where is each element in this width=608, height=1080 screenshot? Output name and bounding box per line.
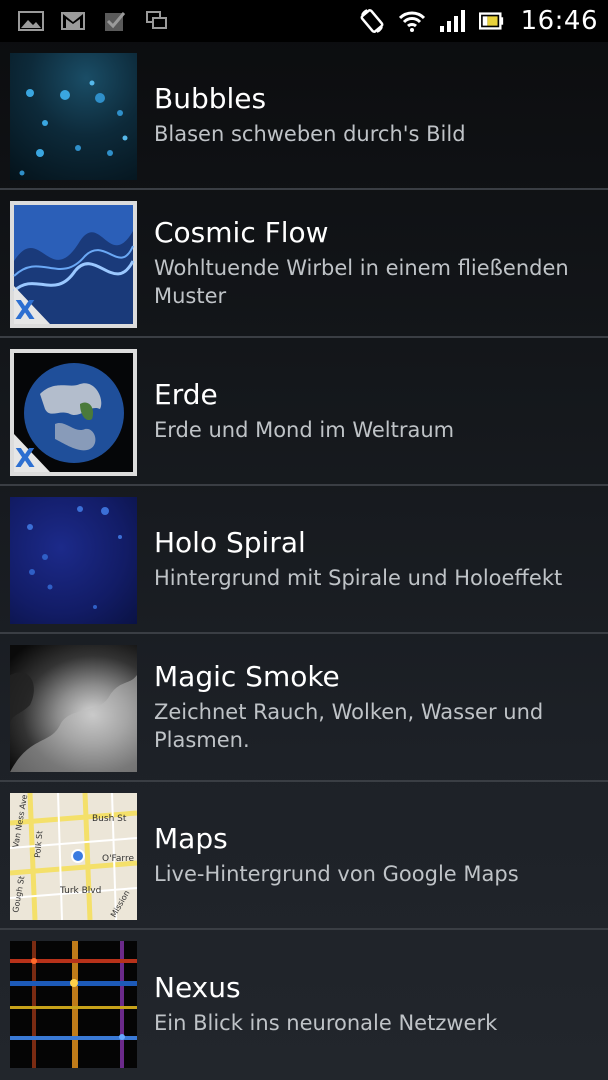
list-item-cosmic-flow[interactable]: X Cosmic Flow Wohltuende Wirbel in einem… bbox=[0, 190, 608, 338]
battery-icon bbox=[478, 10, 505, 32]
list-item-erde[interactable]: X Erde Erde und Mond im Weltraum bbox=[0, 338, 608, 486]
item-title: Holo Spiral bbox=[154, 526, 306, 559]
list-item-holo-spiral[interactable]: Holo Spiral Hintergrund mit Spirale und … bbox=[0, 486, 608, 634]
magic-smoke-thumbnail bbox=[10, 645, 137, 772]
holo-spiral-thumbnail bbox=[10, 497, 137, 624]
rotate-icon bbox=[359, 9, 385, 33]
item-title: Magic Smoke bbox=[154, 660, 340, 693]
map-label: Turk Blvd bbox=[59, 886, 101, 896]
list-item-nexus[interactable]: Nexus Ein Blick ins neuronale Netzwerk bbox=[0, 930, 608, 1078]
item-title: Cosmic Flow bbox=[154, 216, 329, 249]
clock: 16:46 bbox=[520, 6, 598, 36]
item-description: Ein Blick ins neuronale Netzwerk bbox=[154, 1011, 498, 1035]
checkbox-icon bbox=[102, 10, 128, 32]
map-label: Polk St bbox=[33, 830, 44, 858]
list-item-maps[interactable]: Van Ness Ave Bush St O'Farre Turk Blvd G… bbox=[0, 782, 608, 930]
nexus-thumbnail bbox=[10, 941, 137, 1068]
cosmic-flow-thumbnail: X bbox=[10, 201, 137, 328]
item-description: Zeichnet Rauch, Wolken, Wasser und Plasm… bbox=[154, 700, 544, 752]
map-label: Gough St bbox=[11, 875, 26, 913]
maps-thumbnail: Van Ness Ave Bush St O'Farre Turk Blvd G… bbox=[10, 793, 137, 920]
map-label: O'Farre bbox=[102, 854, 134, 864]
close-badge-icon: X bbox=[15, 296, 36, 326]
item-description: Hintergrund mit Spirale und Holoeffekt bbox=[154, 566, 563, 590]
item-title: Nexus bbox=[154, 971, 241, 1004]
item-description: Blasen schweben durch's Bild bbox=[154, 122, 466, 146]
close-badge-icon: X bbox=[15, 444, 36, 474]
bubbles-thumbnail bbox=[10, 53, 137, 180]
item-description: Wohltuende Wirbel in einem fließenden Mu… bbox=[154, 256, 569, 308]
earth-thumbnail: X bbox=[10, 349, 137, 476]
list-item-magic-smoke[interactable]: Magic Smoke Zeichnet Rauch, Wolken, Wass… bbox=[0, 634, 608, 782]
signal-icon bbox=[439, 10, 465, 32]
item-title: Erde bbox=[154, 378, 218, 411]
item-description: Erde und Mond im Weltraum bbox=[154, 418, 455, 442]
item-title: Bubbles bbox=[154, 82, 267, 115]
list-item-bubbles[interactable]: Bubbles Blasen schweben durch's Bild bbox=[0, 42, 608, 190]
status-bar: 16:46 bbox=[0, 0, 608, 42]
item-description: Live-Hintergrund von Google Maps bbox=[154, 862, 519, 886]
live-wallpaper-list: Bubbles Blasen schweben durch's Bild X C… bbox=[0, 42, 608, 1078]
gmail-icon bbox=[60, 10, 86, 32]
screens-icon bbox=[144, 10, 170, 32]
item-title: Maps bbox=[154, 822, 228, 855]
map-label: Mission bbox=[109, 889, 132, 919]
map-label: Bush St bbox=[92, 814, 127, 824]
wifi-icon bbox=[398, 10, 425, 32]
gallery-icon bbox=[18, 10, 44, 32]
